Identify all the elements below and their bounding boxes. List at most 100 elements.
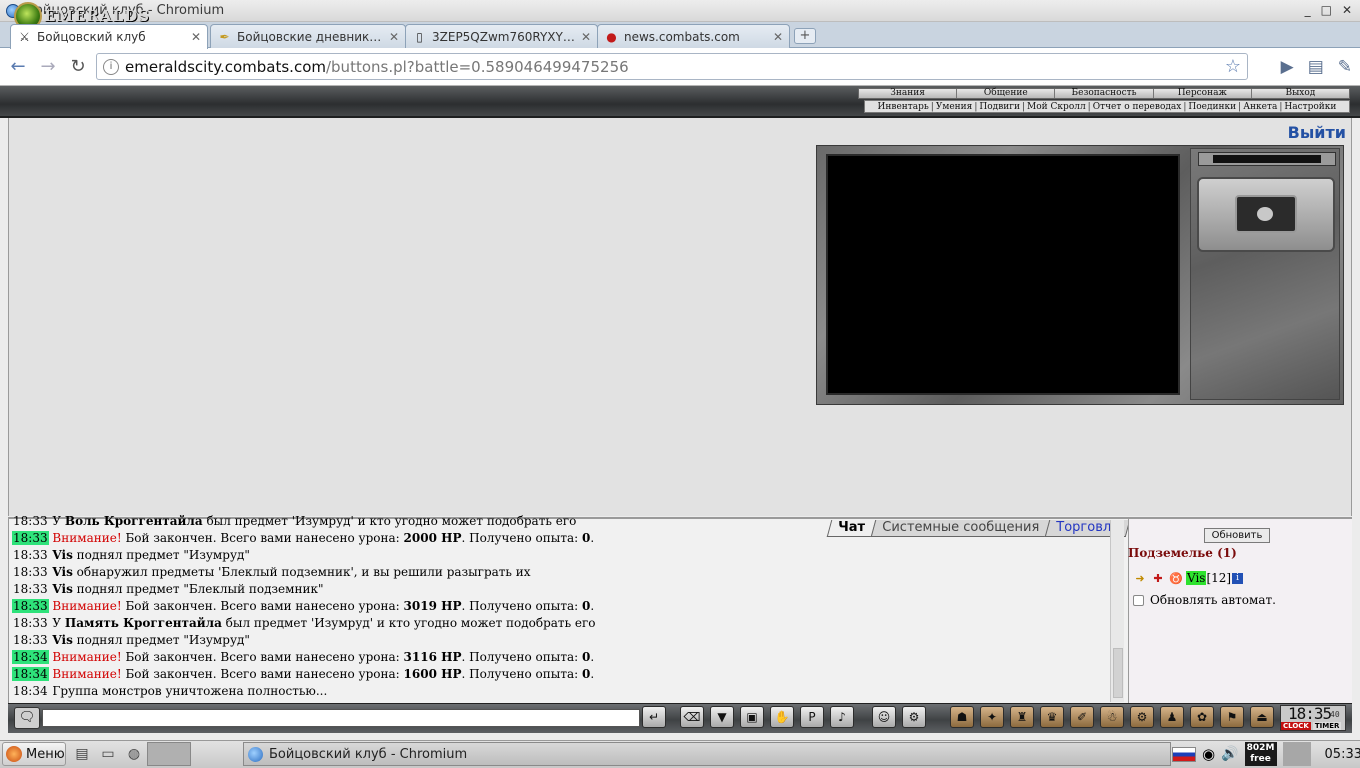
- volume-icon[interactable]: 🔊: [1221, 746, 1238, 762]
- auto-refresh-checkbox[interactable]: [1133, 594, 1144, 606]
- submenu-battles[interactable]: Поединки: [1188, 102, 1236, 112]
- tab-system-messages[interactable]: Системные сообщения: [870, 520, 1051, 537]
- gear-icon[interactable]: ⚙: [1130, 706, 1154, 728]
- filter-icon[interactable]: ▼: [710, 706, 734, 728]
- tab-fight-club[interactable]: ⚔ Бойцовский клуб ✕: [10, 24, 208, 49]
- taskbar-window-button[interactable]: Бойцовский клуб - Chromium: [243, 742, 1171, 766]
- menu-exit[interactable]: Выход: [1252, 89, 1349, 98]
- message-time[interactable]: 18:33: [12, 582, 49, 596]
- bag-icon[interactable]: ♜: [1010, 706, 1034, 728]
- message-time[interactable]: 18:33: [12, 548, 49, 562]
- submenu-my-scroll[interactable]: Мой Скролл: [1027, 102, 1086, 112]
- warning-label: Внимание!: [52, 531, 122, 545]
- menu-knowledge[interactable]: Знания: [859, 89, 958, 98]
- browser-launcher-icon[interactable]: ◍: [124, 744, 144, 764]
- message-time[interactable]: 18:33: [12, 616, 49, 630]
- exit-icon[interactable]: ⏏: [1250, 706, 1274, 728]
- paw-icon[interactable]: ✿: [1190, 706, 1214, 728]
- reload-button[interactable]: ↻: [66, 55, 90, 79]
- tab-diaries[interactable]: ✒ Бойцовские дневники - Vis ✕: [210, 24, 406, 48]
- submenu-skills[interactable]: Умения: [936, 102, 973, 112]
- chat-input[interactable]: [42, 709, 640, 727]
- wrench-icon[interactable]: ✎: [1338, 57, 1352, 77]
- clear-icon[interactable]: ⌫: [680, 706, 704, 728]
- submenu-inventory[interactable]: Инвентарь: [878, 102, 929, 112]
- keyboard-layout-flag-icon[interactable]: [1172, 746, 1196, 762]
- new-tab-button[interactable]: +: [794, 28, 816, 44]
- message-time[interactable]: 18:33: [12, 565, 49, 579]
- message-time[interactable]: 18:33: [12, 531, 49, 545]
- network-icon[interactable]: ◉: [1202, 745, 1215, 763]
- menu-security[interactable]: Безопасность: [1055, 89, 1154, 98]
- flag-icon[interactable]: ⚑: [1220, 706, 1244, 728]
- settings-icon[interactable]: ⚙: [902, 706, 926, 728]
- submenu-achievements[interactable]: Подвиги: [979, 102, 1020, 112]
- speak-icon[interactable]: 🗨: [14, 707, 40, 729]
- message-time[interactable]: 18:33: [12, 633, 49, 647]
- system-clock[interactable]: 05:33: [1325, 747, 1360, 762]
- timer-label[interactable]: TIMER: [1312, 722, 1342, 730]
- drive-icon[interactable]: ▭: [98, 744, 118, 764]
- tab-news[interactable]: ● news.combats.com ✕: [597, 24, 790, 48]
- play-icon[interactable]: ▶: [1281, 57, 1294, 77]
- crown-icon[interactable]: ♛: [1040, 706, 1064, 728]
- submenu-profile[interactable]: Анкета: [1243, 102, 1277, 112]
- terminal-icon[interactable]: ▤: [72, 744, 92, 764]
- message-time[interactable]: 18:34: [12, 684, 49, 698]
- scroll-icon[interactable]: ✐: [1070, 706, 1094, 728]
- user-name[interactable]: Vis: [1186, 571, 1207, 585]
- menu-communication[interactable]: Общение: [957, 89, 1056, 98]
- close-window-button[interactable]: ✕: [1342, 3, 1352, 17]
- bookmark-star-icon[interactable]: ☆: [1225, 56, 1241, 77]
- group-icon[interactable]: ♟: [1160, 706, 1184, 728]
- magic-icon[interactable]: ✦: [980, 706, 1004, 728]
- message-emphasis: Vis: [52, 633, 73, 647]
- chat-scrollbar[interactable]: [1110, 520, 1124, 702]
- private-line-icon[interactable]: P: [800, 706, 824, 728]
- save-icon[interactable]: ▣: [740, 706, 764, 728]
- tab-label: 3ZEP5QZwm760RYXYzDug…: [432, 29, 577, 44]
- chromium-icon: [248, 746, 263, 762]
- close-icon[interactable]: ✕: [581, 30, 591, 44]
- close-icon[interactable]: ✕: [191, 30, 201, 44]
- taskbar-window-label: Бойцовский клуб - Chromium: [269, 746, 468, 762]
- minimize-button[interactable]: _: [1305, 3, 1311, 17]
- message-time[interactable]: 18:34: [12, 650, 49, 664]
- close-icon[interactable]: ✕: [389, 30, 399, 44]
- chat-message: 18:33 Vis поднял предмет "Изумруд": [12, 547, 1107, 564]
- window-controls: _ □ ✕: [1305, 3, 1352, 17]
- start-menu-button[interactable]: Меню: [2, 742, 66, 766]
- exit-link[interactable]: Выйти: [1288, 123, 1346, 142]
- helmet-icon[interactable]: ☃: [1100, 706, 1124, 728]
- private-message-icon[interactable]: ➜: [1132, 571, 1148, 585]
- navigation-compass[interactable]: [1197, 177, 1335, 252]
- page-menu-icon[interactable]: ▤: [1308, 57, 1324, 77]
- forward-button[interactable]: →: [36, 55, 60, 79]
- sound-icon[interactable]: ♪: [830, 706, 854, 728]
- maximize-button[interactable]: □: [1321, 3, 1332, 17]
- submenu-transfer-report[interactable]: Отчет о переводах: [1093, 102, 1182, 112]
- compass-knob-icon[interactable]: [1257, 207, 1273, 221]
- submenu-settings[interactable]: Настройки: [1284, 102, 1336, 112]
- message-emphasis: Vis: [52, 548, 73, 562]
- refresh-button[interactable]: Обновить: [1204, 528, 1270, 543]
- message-time[interactable]: 18:33: [12, 514, 49, 528]
- message-time[interactable]: 18:33: [12, 599, 49, 613]
- silence-icon[interactable]: ✋: [770, 706, 794, 728]
- message-time[interactable]: 18:34: [12, 667, 49, 681]
- message-emphasis: Воль Кроггентайла: [64, 514, 203, 528]
- menu-character[interactable]: Персонаж: [1154, 89, 1252, 98]
- smiley-icon[interactable]: ☺: [872, 706, 896, 728]
- tab-chat[interactable]: Чат: [826, 520, 877, 537]
- clock-label[interactable]: CLOCK: [1281, 722, 1311, 730]
- send-button[interactable]: ↵: [642, 706, 666, 728]
- address-bar[interactable]: i emeraldscity.combats.com/buttons.pl?ba…: [96, 53, 1248, 80]
- back-button[interactable]: ←: [6, 55, 30, 79]
- close-icon[interactable]: ✕: [773, 30, 783, 44]
- quest-icon[interactable]: ☗: [950, 706, 974, 728]
- page-info-icon[interactable]: i: [103, 58, 119, 75]
- message-emphasis: 3116 HP: [403, 650, 462, 664]
- scrollbar-thumb[interactable]: [1113, 648, 1123, 698]
- user-info-icon[interactable]: i: [1232, 572, 1244, 584]
- tab-document[interactable]: ▯ 3ZEP5QZwm760RYXYzDug… ✕: [405, 24, 598, 48]
